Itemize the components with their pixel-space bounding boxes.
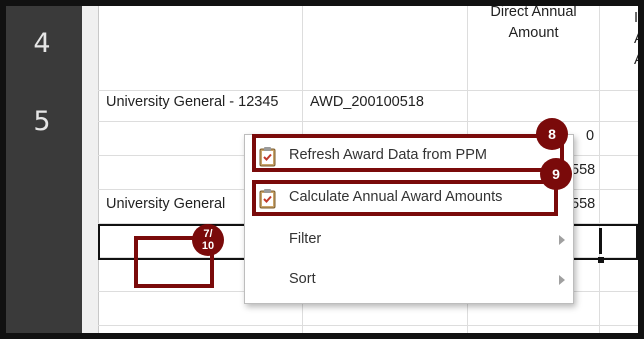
- step-number-5: 5: [33, 106, 51, 137]
- grid-vline: [599, 6, 600, 333]
- cell-award-name[interactable]: University General - 12345: [106, 94, 278, 110]
- callout-box-step-8: [252, 134, 564, 172]
- cell-amount[interactable]: 558: [571, 162, 595, 178]
- cell-amount[interactable]: 558: [571, 196, 595, 212]
- column-header-line2: Amount: [508, 25, 559, 41]
- step-number-bar: 4 5: [6, 6, 82, 333]
- badge-line: 10: [201, 240, 215, 252]
- cell-award-name[interactable]: University General: [106, 196, 225, 212]
- chevron-right-icon: [559, 235, 565, 245]
- callout-badge-7-10: 7/ 10: [192, 224, 224, 256]
- callout-badge-9: 9: [540, 158, 572, 190]
- cell-award-number[interactable]: AWD_200100518: [310, 94, 424, 110]
- menu-item-filter[interactable]: Filter: [245, 223, 573, 257]
- callout-box-step-9: [252, 180, 558, 216]
- partial-header-line: A: [634, 29, 638, 50]
- chevron-right-icon: [559, 275, 565, 285]
- menu-item-label: Filter: [289, 231, 322, 247]
- menu-item-sort[interactable]: Sort: [245, 263, 573, 297]
- column-header-direct-annual[interactable]: Direct Annual Amount: [468, 6, 599, 66]
- column-header-line1: Direct Annual: [490, 6, 577, 20]
- cell-amount[interactable]: 0: [586, 128, 594, 144]
- selected-cell-divider: [599, 228, 602, 254]
- step-number-4: 4: [33, 28, 51, 59]
- badge-line: 7/: [203, 228, 213, 240]
- fill-handle[interactable]: [598, 257, 604, 263]
- grid-hline: [98, 90, 638, 91]
- grid-hline: [98, 325, 638, 326]
- column-header-partial[interactable]: I A A: [632, 6, 638, 76]
- screenshot-frame: 4 5 Direct Annual Amount I A A: [0, 0, 644, 339]
- row-gutter: [82, 6, 99, 333]
- partial-header-line: I: [634, 10, 638, 26]
- callout-badge-8: 8: [536, 118, 568, 150]
- partial-header-line: A: [634, 50, 638, 71]
- menu-item-label: Sort: [289, 271, 316, 287]
